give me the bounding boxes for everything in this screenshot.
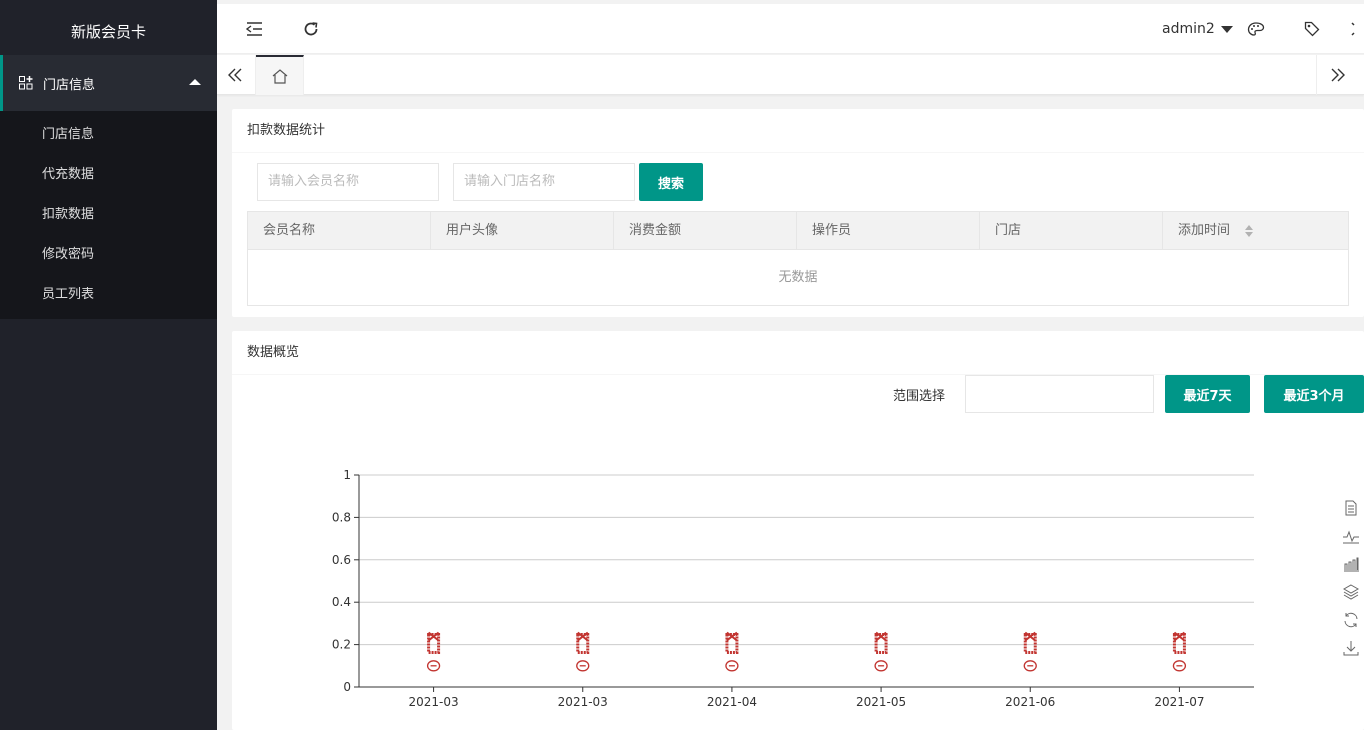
column-header-label: 添加时间 <box>1178 223 1231 238</box>
search-button[interactable]: 搜索 <box>639 163 703 201</box>
empty-state: 无数据 <box>778 270 818 285</box>
bar-chart-icon[interactable] <box>1342 555 1362 575</box>
user-menu[interactable]: admin2 <box>1162 4 1233 54</box>
sidebar-submenu: 门店信息 代充数据 扣款数据 修改密码 员工列表 <box>0 111 217 319</box>
top-header: admin2 <box>217 4 1364 54</box>
store-name-input[interactable]: 请输入门店名称 <box>453 163 635 201</box>
x-tick-label: 2021-03 <box>558 695 608 709</box>
column-header[interactable]: 操作员 <box>797 212 980 250</box>
sidebar-item-employee-list[interactable]: 员工列表 <box>0 275 217 315</box>
x-tick-label: 2021-07 <box>1154 695 1204 709</box>
deduction-stats-card: 扣款数据统计 请输入会员名称 请输入门店名称 搜索 会员名称 用户头像 消费金额… <box>232 109 1364 317</box>
palette-icon[interactable] <box>1231 4 1281 54</box>
fullscreen-icon[interactable] <box>1338 4 1364 54</box>
sidebar-group-label: 门店信息 <box>43 77 96 93</box>
sidebar-item-recharge-data[interactable]: 代充数据 <box>0 155 217 195</box>
stack-icon[interactable] <box>1342 583 1362 603</box>
download-icon[interactable] <box>1342 639 1362 659</box>
y-tick-label: 0.2 <box>332 638 351 652</box>
sidebar-item-change-password[interactable]: 修改密码 <box>0 235 217 275</box>
line-chart-icon[interactable] <box>1342 527 1362 547</box>
y-tick-label: 1 <box>343 468 351 482</box>
y-tick-label: 0.6 <box>332 553 351 567</box>
card-title: 数据概览 <box>232 331 1364 375</box>
x-tick-label: 2021-04 <box>707 695 757 709</box>
last-7-days-button[interactable]: 最近7天 <box>1165 375 1250 413</box>
sidebar: 新版会员卡 门店信息 门店信息 代充数据 扣款数据 修改密码 员工列表 <box>0 0 217 730</box>
tab-home[interactable] <box>256 55 304 95</box>
table-header: 会员名称 用户头像 消费金额 操作员 门店 添加时间 <box>248 212 1348 250</box>
menu-fold-icon[interactable] <box>230 4 280 54</box>
sort-icon[interactable] <box>1245 225 1253 237</box>
column-header-sortable[interactable]: 添加时间 <box>1163 212 1348 250</box>
overview-card: 数据概览 范围选择 最近7天 最近3个月 0 0.2 0.4 0.6 0.8 1 2021-… <box>232 331 1364 730</box>
card-title: 扣款数据统计 <box>232 109 1364 153</box>
tag-icon[interactable] <box>1287 4 1337 54</box>
double-chevron-left-icon <box>228 68 242 82</box>
home-icon <box>272 68 287 84</box>
tabs-scroll-left[interactable] <box>217 55 256 95</box>
sidebar-item-store-info[interactable]: 门店信息 <box>0 115 217 155</box>
grid-icon <box>19 76 33 90</box>
chart-toolbox <box>1342 499 1362 667</box>
y-tick-label: 0.8 <box>332 510 351 524</box>
sidebar-item-deduction-data[interactable]: 扣款数据 <box>0 195 217 235</box>
x-tick-label: 2021-03 <box>409 695 459 709</box>
date-range-input[interactable] <box>965 375 1154 413</box>
y-tick-label: 0 <box>343 680 351 694</box>
column-header[interactable]: 会员名称 <box>248 212 431 250</box>
y-tick-label: 0.4 <box>332 595 351 609</box>
data-view-icon[interactable] <box>1342 499 1362 519</box>
member-name-input[interactable]: 请输入会员名称 <box>257 163 439 201</box>
column-header[interactable]: 消费金额 <box>614 212 797 250</box>
username: admin2 <box>1162 21 1215 37</box>
x-tick-label: 2021-05 <box>856 695 906 709</box>
data-point-mark <box>1173 631 1186 642</box>
last-3-months-button[interactable]: 最近3个月 <box>1264 375 1364 413</box>
range-label: 范围选择 <box>893 389 946 404</box>
column-header[interactable]: 门店 <box>980 212 1163 250</box>
sidebar-group-store-info[interactable]: 门店信息 <box>0 55 217 111</box>
double-chevron-right-icon <box>1331 68 1345 82</box>
app-title: 新版会员卡 <box>0 0 217 55</box>
tabs-scroll-right[interactable] <box>1316 55 1356 95</box>
tabs-bar <box>217 55 1364 95</box>
caret-up-icon <box>189 79 201 85</box>
column-header[interactable]: 用户头像 <box>431 212 614 250</box>
refresh-icon[interactable] <box>286 4 336 54</box>
restore-icon[interactable] <box>1342 611 1362 631</box>
deduction-table: 会员名称 用户头像 消费金额 操作员 门店 添加时间 无数据 <box>247 211 1349 306</box>
x-tick-label: 2021-06 <box>1005 695 1055 709</box>
overview-chart: 0 0.2 0.4 0.6 0.8 1 2021-03 2021-03 2021-04 2021-… <box>332 468 1254 709</box>
